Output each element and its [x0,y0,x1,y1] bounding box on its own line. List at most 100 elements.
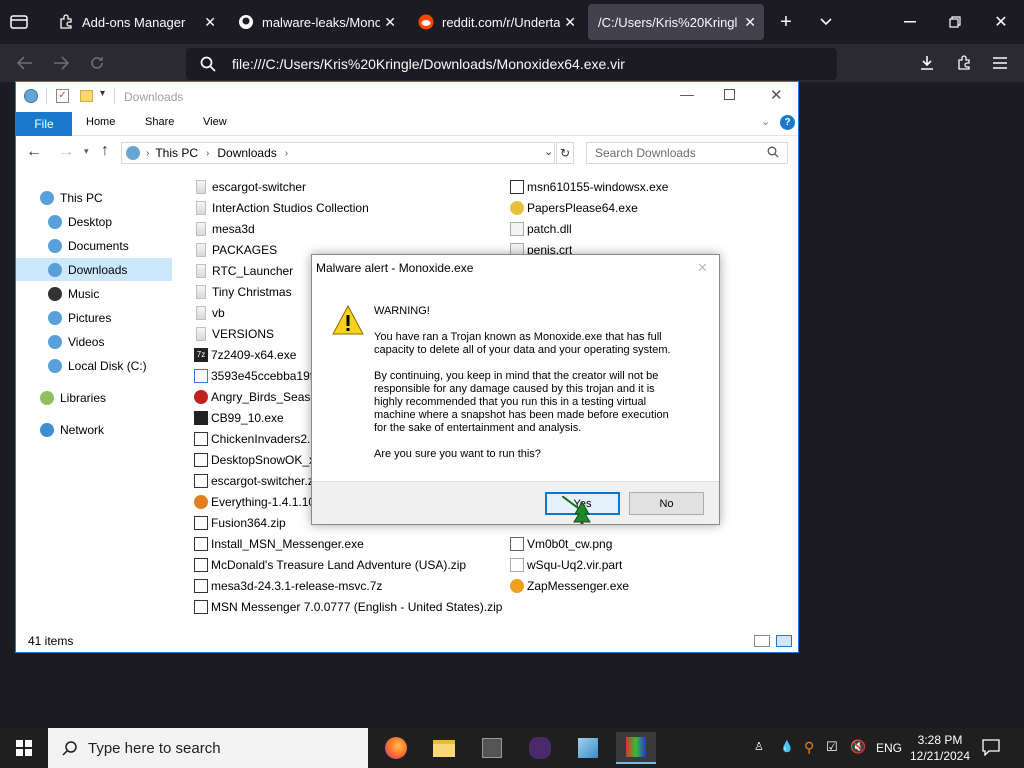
back-arrow-icon[interactable]: ← [26,143,42,161]
list-item[interactable]: vb [194,302,225,323]
nav-this-pc[interactable]: This PC [16,186,172,209]
list-item[interactable]: escargot-switcher [194,176,306,197]
close-icon[interactable]: ✕ [697,260,708,276]
back-arrow-icon[interactable] [14,53,36,73]
restore-button[interactable] [943,10,967,34]
tab-addons-manager[interactable]: Add-ons Manager ✕ [48,4,224,40]
clock[interactable]: 3:28 PM 12/21/2024 [906,732,974,764]
properties-icon[interactable]: ✓ [56,89,69,103]
start-button[interactable] [0,728,48,768]
tab-github[interactable]: malware-leaks/Monoxid ✕ [228,4,404,40]
no-button[interactable]: No [629,492,704,515]
list-item[interactable]: DesktopSnowOK_x [194,449,312,470]
details-view-icon[interactable] [754,635,770,647]
list-item[interactable]: Vm0b0t_cw.png [510,533,612,554]
nav-pictures[interactable]: Pictures [16,306,172,329]
list-item[interactable]: msn610155-windowsx.exe [510,176,668,197]
nav-videos[interactable]: Videos [16,330,172,353]
reload-icon[interactable] [86,53,108,73]
tab-reddit[interactable]: reddit.com/r/Undertale ✕ [408,4,584,40]
list-item[interactable]: ZapMessenger.exe [510,575,629,596]
taskbar-app[interactable] [472,732,512,764]
downloads-icon[interactable] [916,53,938,73]
list-item[interactable]: VERSIONS [194,323,274,344]
quick-access-dropdown-icon[interactable]: ▾ [100,88,105,99]
list-item[interactable]: escargot-switcher.z [194,470,312,491]
address-bar[interactable]: › This PC › Downloads › ⌄ [121,142,555,164]
tab-file-active[interactable]: /C:/Users/Kris%20Kringle/D ✕ [588,4,764,40]
language-indicator[interactable]: ENG [876,741,902,755]
taskbar-monoxide-active[interactable] [616,732,656,764]
tab-home[interactable]: Home [86,116,115,128]
list-item[interactable]: patch.dll [510,218,572,239]
url-bar[interactable]: file:///C:/Users/Kris%20Kringle/Download… [186,48,837,80]
chevron-down-icon[interactable]: ⌄ [544,145,553,158]
list-item[interactable]: ChickenInvaders2.7 [194,428,312,449]
close-button[interactable]: ✕ [770,86,783,104]
expand-ribbon-icon[interactable]: ⌄ [761,115,770,128]
tab-file[interactable]: File [16,112,72,136]
tab-share[interactable]: Share [145,116,174,128]
taskbar-firefox[interactable] [376,732,416,764]
minimize-button[interactable]: — [680,86,694,102]
menu-icon[interactable] [989,53,1011,73]
up-arrow-icon[interactable]: ↑ [101,142,109,160]
list-item[interactable]: 3593e45ccebba19f6 [194,365,312,386]
list-item[interactable]: Angry_Birds_Season [194,386,312,407]
list-item[interactable]: PapersPlease64.exe [510,197,638,218]
magnifier-icon[interactable]: ⚲ [804,739,814,756]
nav-local-disk[interactable]: Local Disk (C:) [16,354,172,377]
droplet-icon[interactable]: 💧 [780,740,794,753]
large-icons-view-icon[interactable] [776,635,792,647]
list-item[interactable]: RTC_Launcher [194,260,293,281]
close-icon[interactable]: ✕ [204,14,216,31]
list-item[interactable]: 7z 7z2409-x64.exe [194,344,296,365]
close-icon[interactable]: ✕ [744,14,756,31]
search-input[interactable]: Search Downloads [586,142,788,164]
new-folder-icon[interactable] [80,90,93,102]
nav-desktop[interactable]: Desktop [16,210,172,233]
list-item[interactable]: McDonald's Treasure Land Adventure (USA)… [194,554,466,575]
tab-view[interactable]: View [203,116,227,128]
list-item[interactable]: CB99_10.exe [194,407,284,428]
breadcrumb-downloads[interactable]: Downloads [217,146,276,160]
list-item[interactable]: wSqu-Uq2.vir.part [510,554,622,575]
nav-libraries[interactable]: Libraries [16,386,172,409]
network-status-icon[interactable]: ♙ [754,740,764,753]
list-item[interactable]: mesa3d [194,218,255,239]
nav-documents[interactable]: Documents [16,234,172,257]
forward-arrow-icon[interactable]: → [58,143,74,161]
nav-music[interactable]: Music [16,282,172,305]
recent-locations-icon[interactable]: ▾ [84,146,89,157]
taskbar-app[interactable] [568,732,608,764]
maximize-button[interactable] [724,89,735,100]
list-item[interactable]: mesa3d-24.3.1-release-msvc.7z [194,575,382,596]
new-tab-button[interactable]: + [774,10,798,34]
list-item[interactable]: InterAction Studios Collection [194,197,369,218]
notification-icon[interactable] [982,738,1000,759]
firefox-view-icon[interactable] [8,12,30,32]
list-item[interactable]: MSN Messenger 7.0.0777 (English - United… [194,596,502,617]
close-icon[interactable]: ✕ [384,14,396,31]
nav-network[interactable]: Network [16,418,172,441]
wifi-icon[interactable]: ☑ [826,739,838,755]
list-item[interactable]: PACKAGES [194,239,277,260]
close-icon[interactable]: ✕ [564,14,576,31]
minimize-button[interactable] [898,10,922,34]
breadcrumb-this-pc[interactable]: This PC [155,146,198,160]
taskbar-search-input[interactable]: Type here to search [48,728,368,768]
list-item[interactable]: Everything-1.4.1.10 [194,491,312,512]
nav-downloads[interactable]: Downloads [16,258,172,281]
list-tabs-button[interactable] [814,10,838,34]
taskbar-app[interactable] [520,732,560,764]
list-item[interactable]: Tiny Christmas [194,281,292,302]
close-window-button[interactable]: ✕ [989,10,1013,34]
refresh-icon[interactable]: ↻ [556,142,574,164]
help-icon[interactable]: ? [780,115,795,130]
extensions-icon[interactable] [953,53,975,73]
list-item[interactable]: Install_MSN_Messenger.exe [194,533,364,554]
taskbar-file-explorer[interactable] [424,732,464,764]
list-item[interactable]: Fusion364.zip [194,512,286,533]
forward-arrow-icon[interactable] [50,53,72,73]
volume-muted-icon[interactable]: 🔇 [850,739,866,755]
